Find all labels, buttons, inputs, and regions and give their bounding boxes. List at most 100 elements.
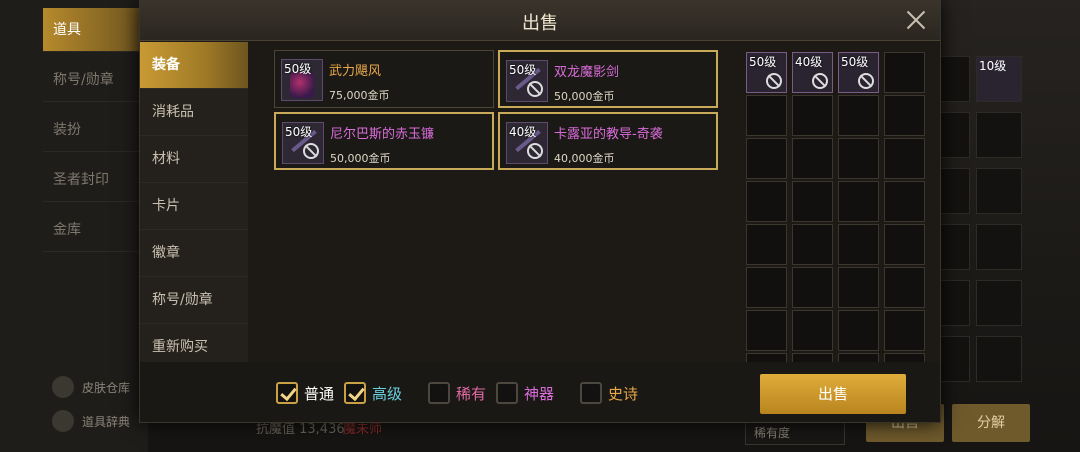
not-tradeable-icon	[858, 73, 874, 89]
checkbox[interactable]	[344, 382, 366, 404]
item-price: 75,000金币	[329, 89, 390, 102]
close-icon[interactable]	[904, 8, 928, 32]
item-icon: 50级	[281, 59, 323, 101]
bg-tab-vault[interactable]: 金库	[43, 208, 143, 252]
sell-item-card[interactable]: 40级 卡露亚的教导-奇袭 40,000金币	[498, 112, 718, 170]
checkbox[interactable]	[580, 382, 602, 404]
filter-label: 普通	[304, 384, 335, 403]
not-tradeable-icon	[303, 143, 319, 159]
not-tradeable-icon	[527, 143, 543, 159]
not-tradeable-icon	[812, 73, 828, 89]
inventory-slot[interactable]	[792, 95, 833, 136]
bg-tab-items[interactable]: 道具	[43, 8, 143, 52]
inventory-slot[interactable]	[884, 224, 925, 265]
not-tradeable-icon	[527, 81, 543, 97]
inventory-slot[interactable]	[746, 310, 787, 351]
inventory-slot[interactable]	[884, 95, 925, 136]
inventory-slot[interactable]	[838, 267, 879, 308]
category-equipment[interactable]: 装备	[140, 42, 248, 89]
inventory-slot[interactable]	[838, 95, 879, 136]
bg-slot-level: 10级	[979, 59, 1007, 73]
item-icon: 50级	[506, 60, 548, 102]
inventory-slot[interactable]	[746, 267, 787, 308]
item-level: 50级	[285, 125, 313, 139]
skin-storage-link[interactable]: 皮肤仓库	[52, 376, 130, 398]
inventory-slot[interactable]: 40级	[792, 52, 833, 93]
item-price: 50,000金币	[330, 152, 391, 165]
checkbox[interactable]	[428, 382, 450, 404]
bg-slot[interactable]	[976, 224, 1022, 270]
not-tradeable-icon	[766, 73, 782, 89]
inventory-slot[interactable]	[838, 224, 879, 265]
skin-storage-label: 皮肤仓库	[82, 380, 131, 395]
inventory-slot[interactable]	[884, 138, 925, 179]
rarity-filter-bar: 普通 高级 稀有 神器 史诗 出售	[140, 362, 940, 422]
bg-slot[interactable]	[976, 112, 1022, 158]
item-name: 双龙魔影剑	[554, 65, 620, 80]
filter-common[interactable]: 普通	[276, 382, 334, 404]
inventory-slot[interactable]	[884, 52, 925, 93]
inventory-slot[interactable]	[884, 310, 925, 351]
item-icon: 50级	[282, 122, 324, 164]
bg-tab-costume[interactable]: 装扮	[43, 108, 143, 152]
inventory-slot[interactable]	[884, 267, 925, 308]
bg-slot[interactable]: 10级	[976, 56, 1022, 102]
inventory-slot[interactable]	[746, 138, 787, 179]
category-cards[interactable]: 卡片	[140, 183, 248, 230]
filter-epic[interactable]: 史诗	[580, 382, 638, 404]
dialog-title: 出售	[522, 13, 558, 34]
filter-advanced[interactable]: 高级	[344, 382, 402, 404]
item-name: 武力飓风	[329, 64, 382, 79]
bg-slot[interactable]	[976, 336, 1022, 382]
inventory-slot[interactable]	[792, 224, 833, 265]
dialog-header: 出售	[140, 0, 940, 41]
checkbox[interactable]	[496, 382, 518, 404]
bg-tab-seal[interactable]: 圣者封印	[43, 158, 143, 202]
item-icon: 40级	[506, 122, 548, 164]
inventory-slot[interactable]	[792, 267, 833, 308]
item-dictionary-link[interactable]: 道具辞典	[52, 410, 130, 432]
bg-slot[interactable]	[976, 168, 1022, 214]
sell-item-card[interactable]: 50级 尼尔巴斯的赤玉镰 50,000金币	[274, 112, 494, 170]
inventory-slot[interactable]	[838, 138, 879, 179]
filter-label: 史诗	[608, 384, 639, 403]
item-level: 40级	[509, 125, 537, 139]
slot-level: 50级	[749, 55, 777, 69]
inventory-slot[interactable]: 50级	[838, 52, 879, 93]
inventory-slot[interactable]	[838, 181, 879, 222]
dictionary-icon	[52, 410, 74, 432]
inventory-slot[interactable]	[792, 310, 833, 351]
item-price: 50,000金币	[554, 90, 615, 103]
filter-label: 稀有	[456, 384, 487, 403]
inventory-slot-grid: 50级 40级 50级	[746, 52, 926, 368]
sell-item-list: 50级 武力飓风 75,000金币 50级 双龙魔影剑 50,000金币 50级…	[270, 48, 730, 358]
inventory-slot[interactable]	[792, 138, 833, 179]
filter-rare[interactable]: 稀有	[428, 382, 486, 404]
bg-slot[interactable]	[976, 280, 1022, 326]
category-materials[interactable]: 材料	[140, 136, 248, 183]
inventory-slot[interactable]	[746, 224, 787, 265]
bg-disassemble-button[interactable]: 分解	[952, 404, 1030, 442]
item-level: 50级	[509, 63, 537, 77]
inventory-slot[interactable]	[746, 95, 787, 136]
sell-dialog: 出售 装备 消耗品 材料 卡片 徽章 称号/勋章 重新购买 50级 武力飓风 7…	[140, 0, 940, 422]
category-badges[interactable]: 徽章	[140, 230, 248, 277]
inventory-slot[interactable]: 50级	[746, 52, 787, 93]
sell-item-card[interactable]: 50级 武力飓风 75,000金币	[274, 50, 494, 108]
filter-label: 高级	[372, 384, 403, 403]
sell-button[interactable]: 出售	[760, 374, 906, 414]
filter-artifact[interactable]: 神器	[496, 382, 554, 404]
inventory-slot[interactable]	[884, 181, 925, 222]
item-price: 40,000金币	[554, 152, 615, 165]
inventory-slot[interactable]	[838, 310, 879, 351]
checkbox[interactable]	[276, 382, 298, 404]
item-name: 尼尔巴斯的赤玉镰	[330, 127, 435, 142]
slot-level: 50级	[841, 55, 869, 69]
inventory-slot[interactable]	[792, 181, 833, 222]
inventory-slot[interactable]	[746, 181, 787, 222]
rarity-select[interactable]: 稀有度	[745, 419, 845, 445]
sell-item-card[interactable]: 50级 双龙魔影剑 50,000金币	[498, 50, 718, 108]
category-titles[interactable]: 称号/勋章	[140, 277, 248, 324]
bg-tab-titles[interactable]: 称号/勋章	[43, 58, 143, 102]
category-consumables[interactable]: 消耗品	[140, 89, 248, 136]
